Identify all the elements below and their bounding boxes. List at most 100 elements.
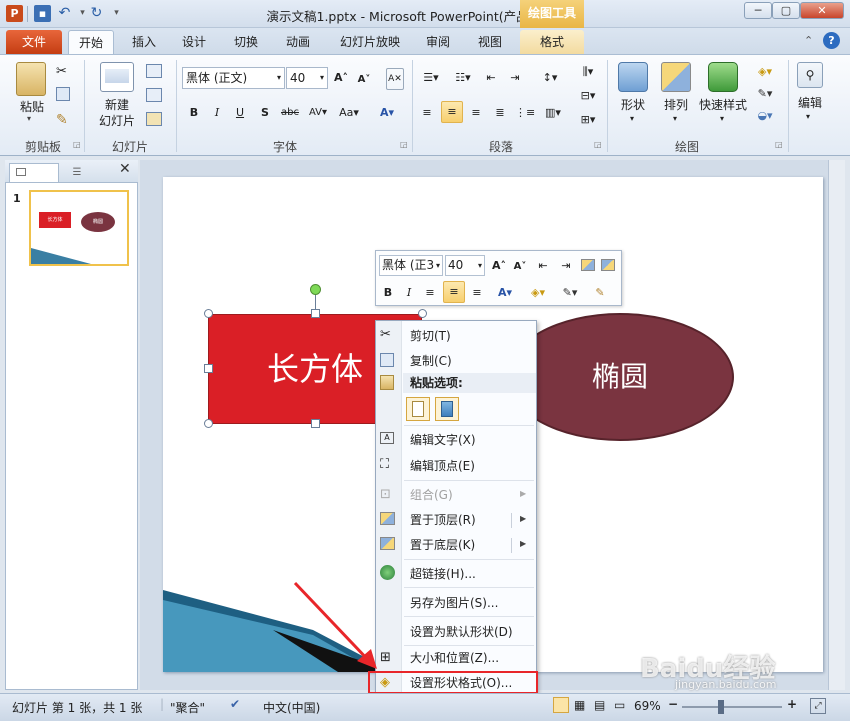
- shape-outline-icon[interactable]: ✎▾: [752, 84, 778, 104]
- collapse-ribbon-icon[interactable]: ⌃: [804, 34, 813, 47]
- submenu-arrow-icon[interactable]: ▶: [520, 514, 526, 523]
- mini-align-right-icon[interactable]: ≡: [468, 283, 486, 303]
- tab-home[interactable]: 开始: [68, 30, 114, 54]
- paste-as-picture-icon[interactable]: [435, 397, 459, 421]
- close-button[interactable]: ✕: [800, 2, 844, 19]
- ellipse-shape[interactable]: 椭圆: [506, 313, 734, 441]
- mini-shrink-font-icon[interactable]: A˅: [512, 257, 528, 277]
- new-slide-label-2[interactable]: 幻灯片: [94, 112, 140, 129]
- italic-icon[interactable]: I: [208, 103, 226, 123]
- shadow-icon[interactable]: S: [256, 103, 274, 123]
- line-spacing-icon[interactable]: ↕▾: [537, 68, 563, 88]
- tab-animations[interactable]: 动画: [280, 30, 316, 54]
- copy-icon[interactable]: [56, 87, 70, 101]
- tab-format[interactable]: 格式: [520, 30, 584, 54]
- tab-insert[interactable]: 插入: [126, 30, 162, 54]
- reset-icon[interactable]: [146, 88, 162, 102]
- rotation-handle[interactable]: [310, 284, 321, 295]
- mini-increase-indent-icon[interactable]: ⇥: [557, 256, 575, 276]
- quick-styles-button[interactable]: 快速样式: [697, 96, 749, 113]
- new-slide-label[interactable]: 新建: [94, 96, 140, 113]
- menu-item-edit-text[interactable]: 编辑文字(X): [410, 430, 476, 450]
- mini-italic-icon[interactable]: I: [400, 283, 418, 303]
- mini-send-back-icon[interactable]: [601, 259, 615, 271]
- find-binoculars-icon[interactable]: ⚲: [797, 62, 823, 88]
- smartart-icon[interactable]: ⊞▾: [575, 110, 601, 130]
- paste-button[interactable]: 粘贴: [12, 98, 52, 115]
- submenu-arrow-icon[interactable]: ▶: [520, 539, 526, 548]
- cut-icon[interactable]: ✂: [56, 64, 67, 79]
- vertical-scrollbar[interactable]: [828, 160, 845, 690]
- dialog-launcher-icon[interactable]: ◲: [73, 140, 81, 149]
- paste-keep-formatting-icon[interactable]: [406, 397, 430, 421]
- strikethrough-icon[interactable]: abc: [279, 103, 301, 123]
- arrange-dropdown-icon[interactable]: ▾: [673, 114, 677, 123]
- align-center-icon[interactable]: ≡: [441, 101, 463, 123]
- reading-view-icon[interactable]: ▤: [594, 698, 605, 712]
- underline-icon[interactable]: U: [231, 103, 249, 123]
- menu-item-save-as-picture[interactable]: 另存为图片(S)...: [410, 593, 498, 613]
- tab-file[interactable]: 文件: [6, 30, 62, 54]
- slideshow-view-icon[interactable]: ▭: [614, 698, 625, 712]
- layout-icon[interactable]: [146, 64, 162, 78]
- grow-font-icon[interactable]: A˄: [332, 68, 350, 88]
- mini-format-painter-icon[interactable]: ✎: [590, 283, 610, 303]
- tab-outline-view[interactable]: ☰: [63, 164, 91, 181]
- menu-item-bring-to-front[interactable]: 置于顶层(R): [410, 510, 476, 530]
- align-right-icon[interactable]: ≡: [467, 103, 485, 123]
- mini-shape-fill-icon[interactable]: ◈▾: [524, 283, 552, 303]
- shrink-font-icon[interactable]: A˅: [356, 70, 372, 90]
- maximize-button[interactable]: ▢: [772, 2, 800, 19]
- slide-thumbnail[interactable]: 长方体 椭圆: [29, 190, 129, 266]
- tab-transitions[interactable]: 切换: [228, 30, 264, 54]
- quick-styles-dropdown-icon[interactable]: ▾: [720, 114, 724, 123]
- dialog-launcher-icon[interactable]: ◲: [594, 140, 602, 149]
- columns-icon[interactable]: ▥▾: [540, 103, 566, 123]
- bold-icon[interactable]: B: [185, 103, 203, 123]
- decrease-indent-icon[interactable]: ⇤: [482, 68, 500, 88]
- menu-item-copy[interactable]: 复制(C): [410, 351, 452, 371]
- menu-item-send-to-back[interactable]: 置于底层(K): [410, 535, 475, 555]
- increase-indent-icon[interactable]: ⇥: [506, 68, 524, 88]
- numbering-icon[interactable]: ☷▾: [450, 68, 476, 88]
- bullets-icon[interactable]: ☰▾: [418, 68, 444, 88]
- menu-item-hyperlink[interactable]: 超链接(H)...: [410, 564, 476, 584]
- clear-formatting-icon[interactable]: A✕: [386, 68, 404, 90]
- align-text-icon[interactable]: ⊟▾: [575, 86, 601, 106]
- mini-font-color-icon[interactable]: A▾: [492, 283, 518, 303]
- normal-view-icon[interactable]: [553, 697, 569, 713]
- mini-align-left-icon[interactable]: ≡: [421, 283, 439, 303]
- mini-align-center-icon[interactable]: ≡: [443, 281, 465, 303]
- font-size-combo[interactable]: 40 ▾: [286, 67, 328, 89]
- justify-icon[interactable]: ≣: [491, 103, 509, 123]
- resize-handle-l[interactable]: [204, 364, 213, 373]
- section-icon[interactable]: [146, 112, 162, 126]
- slide-sorter-icon[interactable]: ▦: [574, 698, 585, 712]
- resize-handle-bl[interactable]: [204, 419, 213, 428]
- shape-fill-icon[interactable]: ◈▾: [752, 62, 778, 82]
- zoom-slider-thumb[interactable]: [718, 700, 724, 714]
- tab-view[interactable]: 视图: [472, 30, 508, 54]
- mini-shape-outline-icon[interactable]: ✎▾: [556, 283, 584, 303]
- shapes-dropdown-icon[interactable]: ▾: [630, 114, 634, 123]
- zoom-level[interactable]: 69%: [634, 699, 661, 713]
- resize-handle-b[interactable]: [311, 419, 320, 428]
- tab-slideshow[interactable]: 幻灯片放映: [335, 30, 405, 54]
- new-slide-icon[interactable]: [100, 62, 134, 92]
- fit-to-window-icon[interactable]: ⤢: [810, 698, 826, 714]
- menu-item-set-default-shape[interactable]: 设置为默认形状(D): [410, 622, 513, 642]
- resize-handle-t[interactable]: [311, 309, 320, 318]
- mini-bold-icon[interactable]: B: [379, 283, 397, 303]
- arrange-button[interactable]: 排列: [656, 96, 696, 113]
- zoom-slider-track[interactable]: [682, 706, 782, 708]
- paste-icon[interactable]: [16, 62, 46, 96]
- menu-item-edit-points[interactable]: 编辑顶点(E): [410, 456, 475, 476]
- zoom-out-icon[interactable]: −: [668, 697, 678, 711]
- mini-decrease-indent-icon[interactable]: ⇤: [534, 256, 552, 276]
- spell-check-icon[interactable]: ✔: [230, 697, 240, 711]
- dialog-launcher-icon[interactable]: ◲: [400, 140, 408, 149]
- minimize-button[interactable]: ─: [744, 2, 772, 19]
- align-left-icon[interactable]: ≡: [418, 103, 436, 123]
- edit-dropdown-icon[interactable]: ▾: [806, 112, 810, 121]
- character-spacing-icon[interactable]: AV▾: [305, 103, 331, 123]
